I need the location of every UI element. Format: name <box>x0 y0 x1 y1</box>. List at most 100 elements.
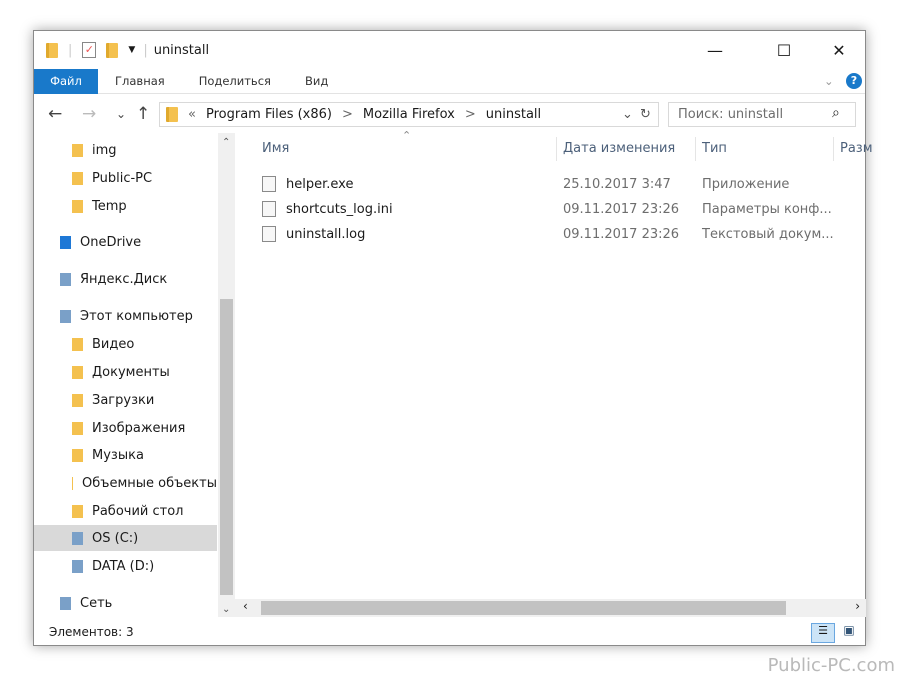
sort-ascending-icon: ⌃ <box>402 129 412 142</box>
breadcrumb-separator[interactable]: > <box>465 107 476 122</box>
watermark: Public-PC.com <box>767 655 895 676</box>
column-header-type[interactable]: Тип <box>695 137 727 161</box>
breadcrumb-uninstall[interactable]: uninstall <box>486 107 541 122</box>
column-header-date[interactable]: Дата изменения <box>556 137 675 161</box>
file-name: shortcuts_log.ini <box>286 202 393 217</box>
sidebar-item-label: Temp <box>92 198 127 214</box>
sidebar-item[interactable]: Видео <box>34 331 217 357</box>
sidebar-item[interactable]: Загрузки <box>34 387 217 413</box>
file-date: 25.10.2017 3:47 <box>563 177 671 192</box>
help-icon[interactable]: ? <box>846 73 862 89</box>
sidebar-item-label: Документы <box>92 364 170 380</box>
sidebar-item-label: img <box>92 142 117 158</box>
scrollbar-thumb[interactable] <box>261 601 786 615</box>
close-button[interactable]: ✕ <box>816 31 862 69</box>
title-bar: | ✓ ▼ | uninstall — ☐ ✕ <box>34 31 865 69</box>
sidebar-scrollbar[interactable]: ⌃ ⌄ <box>218 133 235 617</box>
sidebar-item-label: Сеть <box>80 595 113 611</box>
text-file-icon <box>262 226 276 242</box>
file-name: uninstall.log <box>286 227 366 242</box>
folder-icon <box>72 199 83 213</box>
refresh-icon[interactable]: ↻ <box>640 107 651 122</box>
file-name: helper.exe <box>286 177 354 192</box>
maximize-button[interactable]: ☐ <box>761 31 807 69</box>
search-input[interactable]: Поиск: uninstall <box>668 102 856 127</box>
file-type: Текстовый докум... <box>702 227 834 242</box>
navigation-pane: img Public-PC Temp OneDrive Яндекс.Диск Этот … <box>34 133 234 617</box>
yandex-disk-icon <box>60 272 71 286</box>
folder-icon <box>72 171 83 185</box>
sidebar-item[interactable]: Изображения <box>34 415 217 441</box>
drive-icon <box>72 559 83 573</box>
overflow-crumbs[interactable]: « <box>188 107 196 122</box>
documents-folder-icon <box>72 365 83 379</box>
sidebar-item[interactable]: Этот компьютер <box>34 303 217 329</box>
file-date: 09.11.2017 23:26 <box>563 227 680 242</box>
tab-home[interactable]: Главная <box>98 69 182 94</box>
sidebar-item[interactable]: OS (C:) <box>34 525 217 551</box>
explorer-window: | ✓ ▼ | uninstall — ☐ ✕ Файл Главная Под… <box>33 30 873 646</box>
large-icons-view-button[interactable]: ▣ <box>839 623 859 643</box>
breadcrumb-separator[interactable]: > <box>342 107 353 122</box>
search-icon: ⌕ <box>832 105 840 121</box>
folder-icon <box>46 42 58 58</box>
sidebar-item[interactable]: img <box>34 137 217 163</box>
desktop-folder-icon <box>72 504 83 518</box>
sidebar-item[interactable]: Сеть <box>34 590 217 616</box>
sidebar-item-label: Музыка <box>92 447 144 463</box>
details-view-button[interactable]: ☰ <box>811 623 835 643</box>
horizontal-scrollbar[interactable]: ‹ › <box>235 599 866 617</box>
status-item-count: Элементов: 3 <box>49 625 134 639</box>
sidebar-item[interactable]: Объемные объекты <box>34 470 217 496</box>
sidebar-item[interactable]: Public-PC <box>34 165 217 191</box>
sidebar-item[interactable]: Документы <box>34 359 217 385</box>
ribbon-tabs: Файл Главная Поделиться Вид ⌄ ? <box>34 68 865 94</box>
file-type: Приложение <box>702 177 790 192</box>
network-icon <box>60 596 71 610</box>
breadcrumb-program-files[interactable]: Program Files (x86) <box>206 107 332 122</box>
scrollbar-thumb[interactable] <box>220 299 233 595</box>
new-folder-icon[interactable] <box>106 42 119 58</box>
sidebar-item[interactable]: Рабочий стол <box>34 498 217 524</box>
recent-locations-icon[interactable]: ⌄ <box>116 107 126 121</box>
tab-share[interactable]: Поделиться <box>182 69 288 94</box>
video-folder-icon <box>72 337 83 351</box>
tab-view[interactable]: Вид <box>288 69 345 94</box>
quick-access-dropdown-icon[interactable]: ▼ <box>128 45 135 55</box>
computer-icon <box>60 309 71 323</box>
file-row[interactable]: helper.exe 25.10.2017 3:47 Приложение <box>262 174 862 196</box>
navigation-bar: ← → ⌄ ↑ « Program Files (x86) > Mozilla … <box>34 100 865 130</box>
cloud-icon <box>60 235 71 249</box>
ini-file-icon <box>262 201 276 217</box>
file-row[interactable]: uninstall.log 09.11.2017 23:26 Текстовый… <box>262 224 862 246</box>
music-folder-icon <box>72 448 83 462</box>
file-row[interactable]: shortcuts_log.ini 09.11.2017 23:26 Парам… <box>262 199 862 221</box>
sidebar-item[interactable]: Музыка <box>34 442 217 468</box>
sidebar-item[interactable]: OneDrive <box>34 229 217 255</box>
forward-button[interactable]: → <box>82 104 96 124</box>
address-dropdown-icon[interactable]: ⌄ <box>622 107 633 122</box>
tab-file[interactable]: Файл <box>34 68 98 94</box>
sidebar-item[interactable]: Яндекс.Диск <box>34 266 217 292</box>
column-header-size[interactable]: Разм <box>833 137 873 161</box>
breadcrumb-mozilla-firefox[interactable]: Mozilla Firefox <box>363 107 455 122</box>
back-button[interactable]: ← <box>48 104 62 124</box>
downloads-folder-icon <box>72 393 83 407</box>
folder-icon <box>72 143 83 157</box>
3d-objects-folder-icon <box>72 476 74 490</box>
exe-file-icon <box>262 176 276 192</box>
sidebar-item[interactable]: DATA (D:) <box>34 553 217 579</box>
minimize-button[interactable]: — <box>692 31 738 69</box>
expand-ribbon-icon[interactable]: ⌄ <box>824 74 834 88</box>
up-button[interactable]: ↑ <box>136 104 150 124</box>
sidebar-item-label: OneDrive <box>80 234 142 250</box>
sidebar-item-label: Этот компьютер <box>80 308 193 324</box>
sidebar-item-label: Видео <box>92 336 135 352</box>
column-header-name[interactable]: Имя <box>262 141 289 156</box>
sidebar-item-label: Public-PC <box>92 170 153 186</box>
pictures-folder-icon <box>72 421 83 435</box>
address-bar[interactable]: « Program Files (x86) > Mozilla Firefox … <box>159 102 659 127</box>
properties-icon[interactable]: ✓ <box>82 42 97 58</box>
sidebar-item[interactable]: Temp <box>34 193 217 219</box>
window-title: uninstall <box>153 42 210 58</box>
